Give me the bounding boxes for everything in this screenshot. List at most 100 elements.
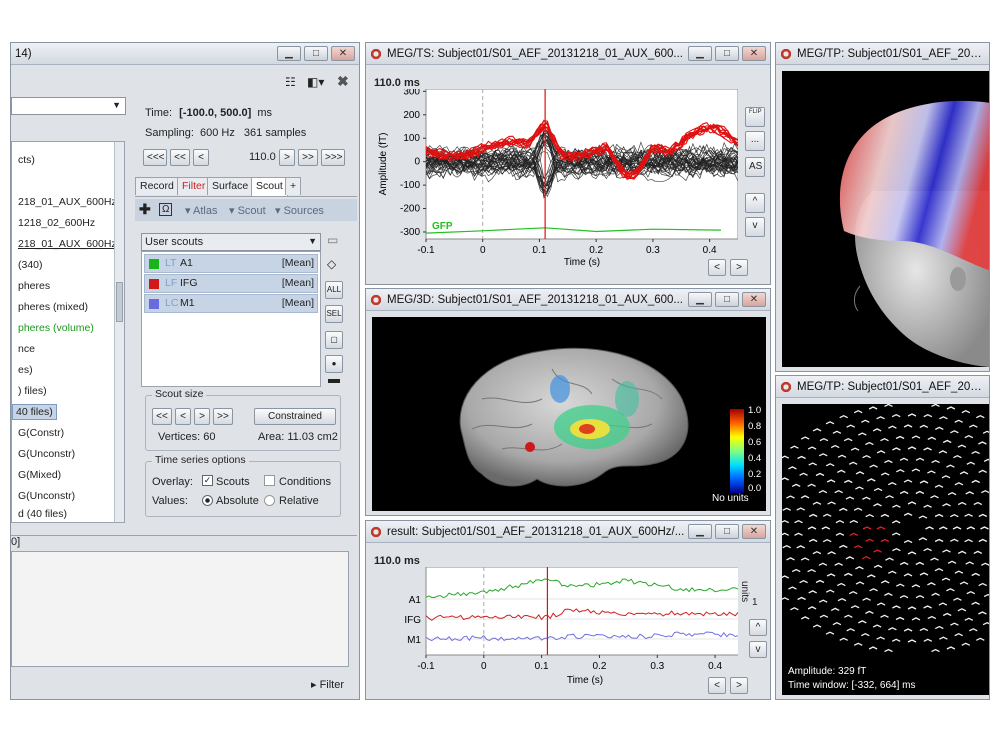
- field-arrow: [903, 479, 913, 483]
- time-next-button[interactable]: >: [279, 149, 295, 166]
- scout-tools-icon[interactable]: Ω: [159, 203, 173, 216]
- scouts-checkbox[interactable]: ✓: [202, 475, 213, 486]
- tree-scrollbar[interactable]: [114, 142, 124, 522]
- time-last-button[interactable]: >>>: [321, 149, 345, 166]
- scout-select[interactable]: User scouts ▼: [141, 233, 321, 251]
- close-button[interactable]: ✕: [742, 46, 766, 61]
- vertices-count: Vertices: 60: [158, 431, 216, 443]
- result-plot[interactable]: A1 IFG M1 -0.1 0 0.1 0.2 0.3 0.4 Time (s): [366, 567, 738, 697]
- current-time-value[interactable]: 110.0: [249, 151, 276, 163]
- scale-down-button[interactable]: v: [745, 217, 765, 237]
- list-item[interactable]: 1218_02_600Hz: [18, 217, 95, 229]
- grow-fast-button[interactable]: >>: [213, 408, 233, 425]
- time-next-fast-button[interactable]: >>: [298, 149, 318, 166]
- flip-button[interactable]: FLIP: [745, 107, 765, 127]
- list-item[interactable]: G(Unconstr): [18, 490, 75, 502]
- bar-icon[interactable]: [328, 379, 340, 383]
- constrained-button[interactable]: Constrained: [254, 408, 336, 425]
- field-arrow: [971, 572, 980, 577]
- scout-row-a1[interactable]: LT A1 [Mean]: [144, 254, 318, 273]
- list-item[interactable]: G(Mixed): [18, 469, 61, 481]
- ts-prev-page-button[interactable]: <: [708, 259, 726, 276]
- dot-scout-button[interactable]: ●: [325, 355, 343, 373]
- list-item[interactable]: G(Constr): [18, 427, 64, 439]
- close-button[interactable]: ✕: [742, 292, 766, 307]
- layout-icon[interactable]: ◧▾: [307, 75, 324, 89]
- maximize-button[interactable]: □: [715, 292, 739, 307]
- square-scout-button[interactable]: ▢: [325, 331, 343, 349]
- list-item[interactable]: pheres (mixed): [18, 301, 88, 313]
- close-panel-icon[interactable]: ✖: [337, 73, 349, 90]
- minimize-button[interactable]: ▁: [688, 292, 712, 307]
- field-viewport[interactable]: Amplitude: 329 fT Time window: [-332, 66…: [782, 404, 989, 695]
- list-item[interactable]: nce: [18, 343, 35, 355]
- list-item[interactable]: cts): [18, 154, 35, 166]
- list-item[interactable]: ) files): [18, 385, 47, 397]
- samples-count: 361 samples: [243, 127, 307, 139]
- brain-viewport[interactable]: 1.0 0.8 0.6 0.4 0.2 0.0 No units: [372, 317, 766, 511]
- time-prev-button[interactable]: <: [193, 149, 209, 166]
- list-item[interactable]: d (40 files): [18, 508, 67, 520]
- ts-next-page-button[interactable]: >: [730, 259, 748, 276]
- list-item[interactable]: pheres (volume): [18, 322, 94, 334]
- field-arrow: [903, 628, 913, 632]
- brainstorm-icon: [780, 380, 792, 393]
- field-arrow: [927, 470, 936, 474]
- list-item[interactable]: es): [18, 364, 33, 376]
- sources-menu[interactable]: ▾ Sources: [275, 204, 324, 217]
- tab-add[interactable]: +: [285, 177, 302, 195]
- atlas-menu[interactable]: ▾ Atlas: [185, 204, 217, 217]
- scout-row-ifg[interactable]: LF IFG [Mean]: [144, 274, 318, 293]
- maximize-button[interactable]: □: [715, 524, 739, 539]
- relative-radio[interactable]: [264, 495, 275, 506]
- scout-menu[interactable]: ▾ Scout: [229, 204, 266, 217]
- list-item[interactable]: G(Unconstr): [18, 448, 75, 460]
- list-item[interactable]: 218_01_AUX_600Hz: [18, 238, 117, 250]
- ts-plot[interactable]: 300 200 100 0 -100 -200 -300 -0.1 0 0.1 0.2 0.3 0.4 T…: [366, 89, 738, 281]
- result-prev-page-button[interactable]: <: [708, 677, 726, 694]
- x-tick-label: 0.1: [535, 661, 549, 672]
- folder-icon[interactable]: ▭: [327, 233, 338, 247]
- grow-button[interactable]: >: [194, 408, 210, 425]
- tab-record[interactable]: Record: [135, 177, 179, 195]
- shrink-fast-button[interactable]: <<: [152, 408, 172, 425]
- list-item[interactable]: 218_01_AUX_600Hz: [18, 196, 117, 208]
- tab-surface[interactable]: Surface: [207, 177, 254, 195]
- scout-name: IFG: [180, 277, 198, 289]
- add-scout-icon[interactable]: ✚: [139, 201, 151, 218]
- eraser-icon[interactable]: ◇: [327, 257, 336, 271]
- absolute-radio[interactable]: [202, 495, 213, 506]
- tab-filter[interactable]: Filter: [177, 177, 211, 195]
- close-button[interactable]: ✕: [742, 524, 766, 539]
- scout-row-m1[interactable]: LC M1 [Mean]: [144, 294, 318, 313]
- scale-up-button[interactable]: ^: [745, 193, 765, 213]
- head-viewport[interactable]: [782, 71, 989, 367]
- result-scale-down-button[interactable]: v: [749, 641, 767, 658]
- shrink-button[interactable]: <: [175, 408, 191, 425]
- filter-button[interactable]: ▸ Filter: [311, 678, 344, 691]
- time-prev-fast-button[interactable]: <<: [170, 149, 190, 166]
- result-next-page-button[interactable]: >: [730, 677, 748, 694]
- maximize-button[interactable]: □: [304, 46, 328, 61]
- more-button[interactable]: ...: [745, 131, 765, 151]
- y-tick-label: -300: [400, 227, 420, 238]
- time-first-button[interactable]: <<<: [143, 149, 167, 166]
- list-item-selected[interactable]: 40 files): [12, 404, 57, 420]
- list-item[interactable]: (340): [18, 259, 43, 271]
- maximize-button[interactable]: □: [715, 46, 739, 61]
- list-view-icon[interactable]: ☷: [285, 75, 296, 89]
- list-item[interactable]: pheres: [18, 280, 50, 292]
- minimize-button[interactable]: ▁: [688, 524, 712, 539]
- select-button[interactable]: SEL: [325, 305, 343, 323]
- conditions-checkbox[interactable]: [264, 475, 275, 486]
- field-arrow: [861, 419, 870, 423]
- close-button[interactable]: ✕: [331, 46, 355, 61]
- minimize-button[interactable]: ▁: [277, 46, 301, 61]
- select-all-button[interactable]: ALL: [325, 281, 343, 299]
- protocol-dropdown[interactable]: ▼: [11, 97, 126, 115]
- minimize-button[interactable]: ▁: [688, 46, 712, 61]
- autoscale-button[interactable]: AS: [745, 157, 765, 177]
- result-scale-up-button[interactable]: ^: [749, 619, 767, 636]
- field-arrow: [818, 489, 828, 494]
- tab-scout[interactable]: Scout: [251, 177, 288, 196]
